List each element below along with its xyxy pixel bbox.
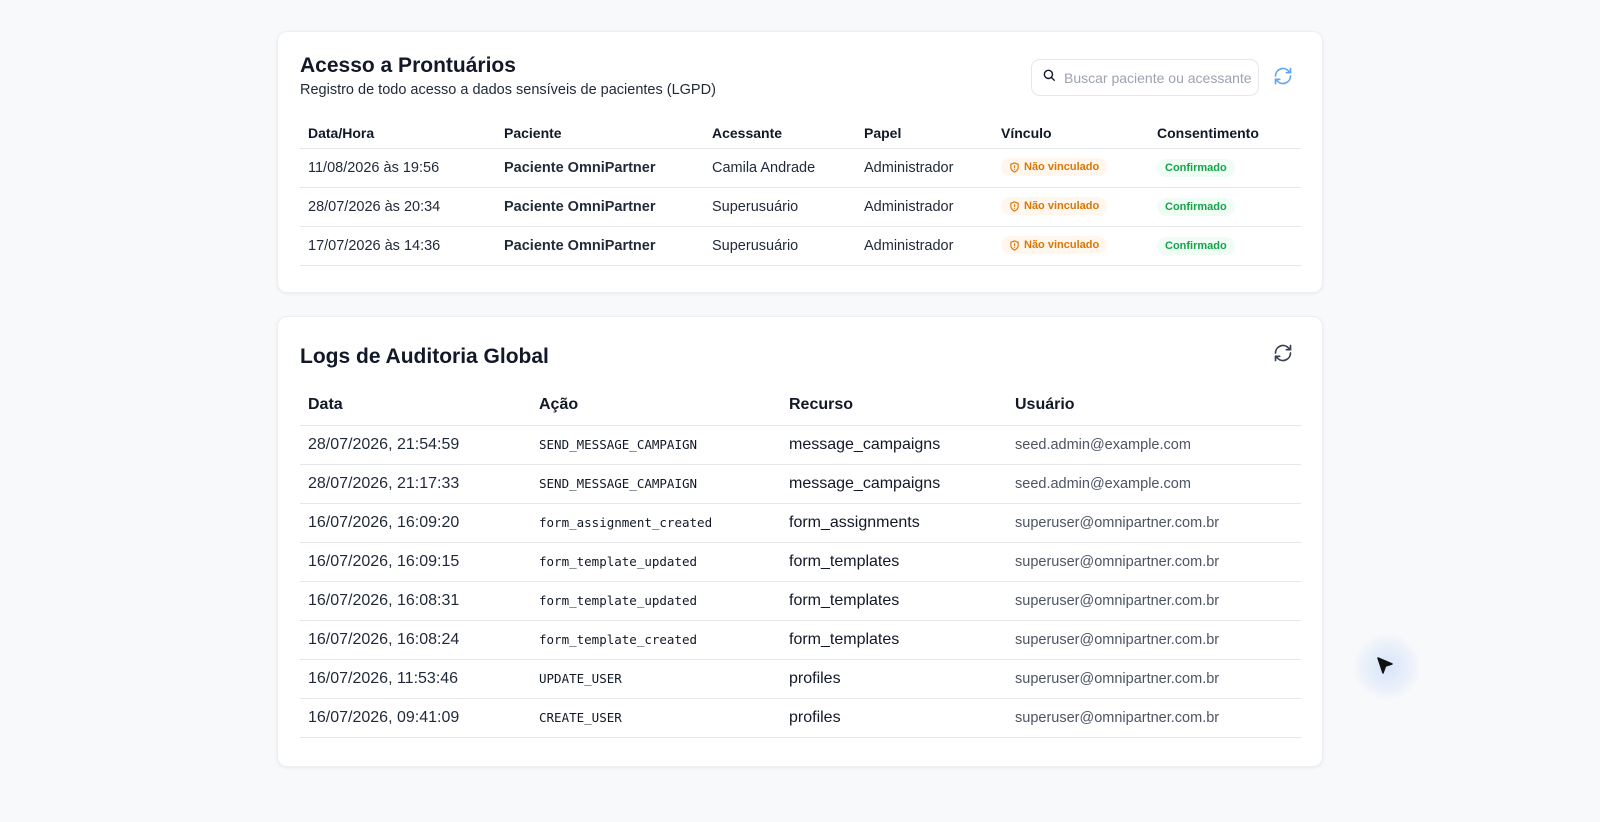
log-resource: form_templates (781, 619, 1007, 659)
log-user: superuser@omnipartner.com.br (1007, 697, 1301, 738)
column-header-user: Usuário (1015, 395, 1075, 413)
accessor-name: Superusuário (704, 186, 856, 226)
link-status-badge: Não vinculado (1001, 197, 1108, 216)
table-row[interactable]: 16/07/2026, 16:09:15 form_template_updat… (300, 541, 1301, 581)
audit-table-header: Data Ação Recurso Usuário (300, 385, 1301, 425)
log-user: seed.admin@example.com (1007, 463, 1301, 503)
column-header-resource: Recurso (789, 395, 854, 413)
patient-records-access-card: Acesso a Prontuários Registro de todo ac… (277, 31, 1323, 293)
access-section-title: Acesso a Prontuários (300, 54, 516, 77)
log-action: SEND_MESSAGE_CAMPAIGN (531, 424, 781, 464)
log-date: 16/07/2026, 16:08:31 (300, 580, 531, 620)
audit-refresh-button[interactable] (1268, 340, 1298, 370)
log-resource: form_templates (781, 580, 1007, 620)
column-header-date: Data (308, 395, 343, 413)
table-row[interactable]: 28/07/2026 às 20:34 Paciente OmniPartner… (300, 186, 1301, 226)
log-resource: form_templates (781, 541, 1007, 581)
access-refresh-button[interactable] (1268, 63, 1298, 93)
access-table: Data/Hora Paciente Acessante Papel Víncu… (300, 118, 1301, 266)
log-date: 28/07/2026, 21:17:33 (300, 463, 531, 503)
link-status-badge: Não vinculado (1001, 158, 1108, 177)
table-row[interactable]: 16/07/2026, 09:41:09 CREATE_USER profile… (300, 697, 1301, 738)
log-user: superuser@omnipartner.com.br (1007, 658, 1301, 698)
log-action: form_template_created (531, 619, 781, 659)
accessor-name: Superusuário (704, 225, 856, 266)
column-header-consent: Consentimento (1157, 124, 1259, 141)
log-date: 16/07/2026, 11:53:46 (300, 658, 531, 698)
consent-status-badge: Confirmado (1157, 197, 1235, 216)
log-action: form_template_updated (531, 580, 781, 620)
patient-name: Paciente OmniPartner (496, 186, 704, 226)
column-header-link: Vínculo (1001, 124, 1052, 141)
accessor-role: Administrador (856, 186, 993, 226)
column-header-patient: Paciente (504, 124, 562, 141)
global-audit-logs-card: Logs de Auditoria Global Data Ação Recur… (277, 316, 1323, 767)
log-resource: message_campaigns (781, 424, 1007, 464)
table-row[interactable]: 16/07/2026, 16:08:24 form_template_creat… (300, 619, 1301, 659)
audit-table: Data Ação Recurso Usuário 28/07/2026, 21… (300, 385, 1301, 738)
log-action: UPDATE_USER (531, 658, 781, 698)
log-user: superuser@omnipartner.com.br (1007, 541, 1301, 581)
log-resource: form_assignments (781, 502, 1007, 542)
patient-search-box[interactable] (1031, 59, 1259, 96)
access-datetime: 28/07/2026 às 20:34 (300, 186, 496, 226)
table-row[interactable]: 11/08/2026 às 19:56 Paciente OmniPartner… (300, 147, 1301, 187)
accessor-name: Camila Andrade (704, 147, 856, 187)
log-resource: profiles (781, 697, 1007, 738)
link-status-text: Não vinculado (1024, 200, 1100, 213)
log-user: seed.admin@example.com (1007, 424, 1301, 464)
log-date: 28/07/2026, 21:54:59 (300, 424, 531, 464)
search-icon (1042, 68, 1056, 87)
log-resource: profiles (781, 658, 1007, 698)
table-row[interactable]: 17/07/2026 às 14:36 Paciente OmniPartner… (300, 225, 1301, 266)
consent-status-badge: Confirmado (1157, 158, 1235, 177)
log-date: 16/07/2026, 09:41:09 (300, 697, 531, 738)
link-status-text: Não vinculado (1024, 239, 1100, 252)
column-header-datetime: Data/Hora (308, 124, 375, 141)
accessor-role: Administrador (856, 225, 993, 266)
column-header-action: Ação (539, 395, 579, 413)
log-date: 16/07/2026, 16:09:20 (300, 502, 531, 542)
shield-alert-icon (1010, 201, 1019, 212)
log-date: 16/07/2026, 16:08:24 (300, 619, 531, 659)
log-user: superuser@omnipartner.com.br (1007, 619, 1301, 659)
shield-alert-icon (1010, 162, 1019, 173)
patient-name: Paciente OmniPartner (496, 147, 704, 187)
patient-search-input[interactable] (1064, 69, 1254, 86)
link-status-badge: Não vinculado (1001, 236, 1108, 255)
log-user: superuser@omnipartner.com.br (1007, 502, 1301, 542)
table-row[interactable]: 28/07/2026, 21:17:33 SEND_MESSAGE_CAMPAI… (300, 463, 1301, 503)
audit-section-title: Logs de Auditoria Global (300, 345, 549, 368)
refresh-icon (1273, 66, 1293, 91)
consent-status-badge: Confirmado (1157, 236, 1235, 255)
access-datetime: 17/07/2026 às 14:36 (300, 225, 496, 266)
shield-alert-icon (1010, 240, 1019, 251)
link-status-text: Não vinculado (1024, 161, 1100, 174)
column-header-accessor: Acessante (712, 124, 783, 141)
mouse-cursor-icon (1352, 632, 1422, 702)
table-row[interactable]: 28/07/2026, 21:54:59 SEND_MESSAGE_CAMPAI… (300, 424, 1301, 464)
access-table-header: Data/Hora Paciente Acessante Papel Víncu… (300, 118, 1301, 148)
accessor-role: Administrador (856, 147, 993, 187)
table-row[interactable]: 16/07/2026, 16:08:31 form_template_updat… (300, 580, 1301, 620)
log-user: superuser@omnipartner.com.br (1007, 580, 1301, 620)
access-section-subtitle: Registro de todo acesso a dados sensívei… (300, 82, 716, 98)
log-action: SEND_MESSAGE_CAMPAIGN (531, 463, 781, 503)
log-resource: message_campaigns (781, 463, 1007, 503)
log-date: 16/07/2026, 16:09:15 (300, 541, 531, 581)
table-row[interactable]: 16/07/2026, 11:53:46 UPDATE_USER profile… (300, 658, 1301, 698)
log-action: form_template_updated (531, 541, 781, 581)
log-action: form_assignment_created (531, 502, 781, 542)
column-header-role: Papel (864, 124, 902, 141)
table-row[interactable]: 16/07/2026, 16:09:20 form_assignment_cre… (300, 502, 1301, 542)
log-action: CREATE_USER (531, 697, 781, 738)
access-datetime: 11/08/2026 às 19:56 (300, 147, 496, 187)
refresh-icon (1273, 343, 1293, 368)
patient-name: Paciente OmniPartner (496, 225, 704, 266)
